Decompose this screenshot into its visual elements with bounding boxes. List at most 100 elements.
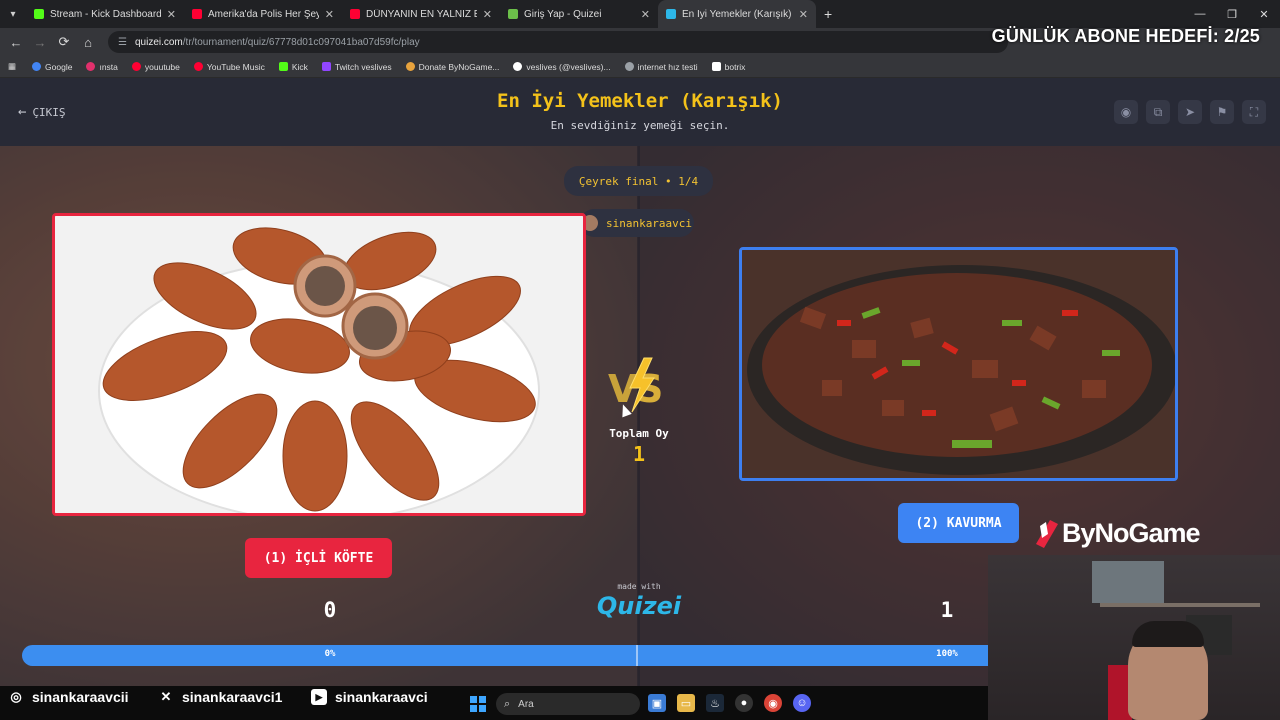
tab-title: Amerika'da Polis Her Şeyi Görü (208, 8, 319, 20)
bookmark-label: Kick (291, 61, 308, 72)
bookmark-twitch[interactable]: Twitch veslives (321, 61, 392, 72)
bookmark-label: botrix (724, 61, 746, 72)
webcam-overlay (988, 555, 1280, 720)
vote-left-button[interactable]: (1) İÇLİ KÖFTE (245, 538, 392, 578)
total-votes-value: 1 (632, 442, 646, 466)
taskbar-search[interactable]: ⌕ Ara (496, 693, 640, 715)
bookmark-youtube[interactable]: youutube (131, 61, 180, 72)
close-tab-icon[interactable]: ✕ (799, 8, 808, 21)
streamer-hair (1132, 621, 1204, 647)
tab-title: En İyi Yemekler (Karışık) - Tier L (682, 8, 793, 20)
forward-icon[interactable]: → (28, 35, 52, 50)
site-info-icon[interactable]: ☰ (118, 37, 127, 48)
bookmark-label: veslives (@veslives)... (526, 61, 611, 72)
instagram-icon (86, 62, 96, 71)
windows-start-icon[interactable] (470, 696, 486, 712)
minimize-icon[interactable]: — (1184, 0, 1216, 28)
social-x: ✕ sinankaraavci1 (158, 686, 283, 708)
send-icon[interactable]: ➤ (1178, 100, 1202, 124)
twitch-icon (321, 62, 331, 71)
quiz-subtitle: En sevdiğiniz yemeği seçin. (550, 119, 730, 132)
bookmark-insta[interactable]: ınsta (86, 61, 118, 72)
wall-shelf (1100, 603, 1260, 607)
discord-icon[interactable]: ☺ (793, 694, 811, 712)
bynogame-icon (405, 62, 415, 71)
browser-tab[interactable]: Giriş Yap - Quizei ✕ (500, 0, 658, 28)
x-icon: ✕ (160, 689, 172, 704)
made-with-label: made with (617, 582, 661, 591)
flag-icon[interactable]: ⚑ (1210, 100, 1234, 124)
quiz-title: En İyi Yemekler (Karışık) (497, 90, 783, 112)
taskbar-apps: ▣ ▭ ♨ ● ◉ ☺ (648, 694, 822, 712)
versus-icon: V S (608, 357, 663, 413)
bynogame-logo: ByNoGame (1036, 518, 1201, 549)
quizei-icon (508, 9, 518, 19)
new-tab-icon[interactable]: + (824, 6, 832, 22)
globe-icon (624, 62, 634, 71)
apps-icon[interactable]: ▦ (8, 61, 16, 72)
social-youtube: ▶ sinankaraavci (311, 686, 428, 708)
tab-title: DÜNYANIN EN YALNIZ EVİNDE (366, 8, 477, 20)
vote-right-button[interactable]: (2) KAVURMA (898, 503, 1019, 543)
browser-tab[interactable]: Stream - Kick Dashboard ✕ (26, 0, 184, 28)
bookmark-google[interactable]: Google (32, 62, 72, 72)
total-votes-label: Toplam Oy (609, 427, 669, 440)
browser-tab-active[interactable]: En İyi Yemekler (Karışık) - Tier L ✕ (658, 0, 816, 28)
tab-title: Giriş Yap - Quizei (524, 8, 602, 20)
back-icon[interactable]: ← (4, 35, 28, 50)
bookmark-kick[interactable]: Kick (278, 61, 308, 72)
social-handle: sinankaraavcii (32, 689, 129, 705)
url-field[interactable]: ☰ quizei.com /tr/tournament/quiz/67778d0… (108, 31, 1008, 53)
close-tab-icon[interactable]: ✕ (167, 8, 176, 21)
window-controls: — ❐ ✕ (1184, 0, 1280, 28)
eye-icon[interactable]: ◉ (1114, 100, 1138, 124)
left-vote-percent: 0% (324, 649, 336, 659)
option-card-right[interactable] (739, 247, 1178, 481)
bookmark-label: Twitch veslives (334, 61, 392, 72)
botrix-icon (711, 62, 721, 71)
close-window-icon[interactable]: ✕ (1248, 0, 1280, 28)
kick-icon (278, 62, 288, 71)
bookmark-label: YouTube Music (206, 61, 265, 72)
social-handle: sinankaraavci1 (182, 689, 283, 705)
folder-icon[interactable]: ▭ (677, 694, 695, 712)
progress-midpoint (636, 645, 638, 666)
restore-icon[interactable]: ❐ (1216, 0, 1248, 28)
close-tab-icon[interactable]: ✕ (325, 8, 334, 21)
bookmark-donate[interactable]: Donate ByNoGame... (405, 61, 500, 72)
author-badge[interactable]: sinankaraavci (580, 209, 694, 237)
fullscreen-icon[interactable]: ⛶ (1242, 100, 1266, 124)
quiz-header: ← ÇIKIŞ En İyi Yemekler (Karışık) En sev… (0, 78, 1280, 146)
left-vote-count: 0 (323, 598, 337, 622)
social-instagram: ◎ sinankaraavcii (8, 686, 129, 708)
share-icon[interactable]: ⧉ (1146, 100, 1170, 124)
browser-tab[interactable]: DÜNYANIN EN YALNIZ EVİNDE ✕ (342, 0, 500, 28)
round-badge: Çeyrek final • 1/4 (564, 166, 713, 196)
widgets-icon[interactable]: ▣ (648, 694, 666, 712)
search-icon: ⌕ (504, 697, 511, 710)
close-tab-icon[interactable]: ✕ (483, 8, 492, 21)
option-card-left[interactable] (52, 213, 586, 516)
steam-icon[interactable]: ♨ (706, 694, 724, 712)
bookmark-label: Donate ByNoGame... (418, 61, 500, 72)
obs-icon[interactable]: ● (735, 694, 753, 712)
bookmark-youtube-music[interactable]: YouTube Music (193, 61, 265, 72)
browser-tab[interactable]: Amerika'da Polis Her Şeyi Görü ✕ (184, 0, 342, 28)
right-vote-count: 1 (940, 598, 954, 622)
bookmark-tiktok[interactable]: veslives (@veslives)... (513, 61, 611, 72)
right-vote-percent: 100% (936, 649, 958, 659)
kavurma-image (742, 250, 1175, 478)
close-tab-icon[interactable]: ✕ (641, 8, 650, 21)
bookmark-label: internet hız testi (637, 61, 698, 72)
reload-icon[interactable]: ⟳ (52, 34, 76, 50)
bookmark-label: youutube (144, 61, 180, 72)
quizei-logo[interactable]: Quizei (592, 592, 686, 620)
chrome-icon[interactable]: ◉ (764, 694, 782, 712)
home-icon[interactable]: ⌂ (76, 35, 100, 50)
bookmark-speedtest[interactable]: internet hız testi (624, 61, 698, 72)
url-path: /tr/tournament/quiz/67778d01c097041ba07d… (182, 36, 420, 48)
bookmark-label: ınsta (99, 61, 118, 72)
tab-search-icon[interactable]: ▾ (0, 0, 26, 28)
google-icon (32, 62, 42, 71)
bookmark-botrix[interactable]: botrix (711, 61, 746, 72)
